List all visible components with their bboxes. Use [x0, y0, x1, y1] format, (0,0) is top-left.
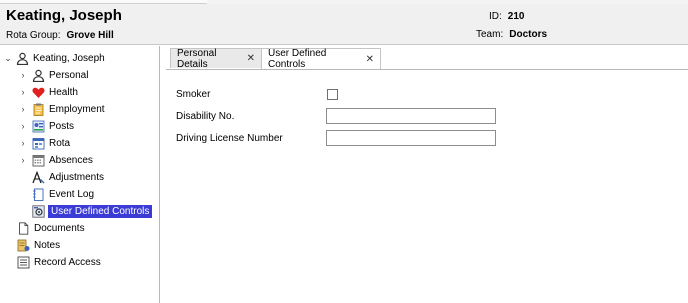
tree-item-label: Notes: [34, 239, 61, 251]
smoker-checkbox[interactable]: [327, 89, 338, 100]
team-label: Team:: [476, 29, 504, 40]
tree-item-personal[interactable]: Personal: [31, 67, 88, 83]
tab-user-defined-controls[interactable]: User Defined Controls ✕: [261, 48, 381, 70]
tree-item-label: Adjustments: [49, 171, 105, 183]
posts-icon: [31, 119, 45, 133]
tab-label: Personal Details: [177, 47, 217, 70]
chevron-right-icon[interactable]: ›: [18, 67, 28, 83]
tab-personal-details[interactable]: Personal Details ✕: [170, 47, 262, 70]
chevron-down-icon[interactable]: ⌄: [3, 50, 13, 66]
chevron-right-icon[interactable]: ›: [18, 152, 28, 168]
rota-group-value: Grove Hill: [66, 30, 114, 41]
calendar-icon: [31, 153, 45, 167]
disability-label: Disability No.: [176, 111, 235, 122]
smoker-label: Smoker: [176, 89, 211, 100]
tree-item-label: Personal: [49, 69, 89, 81]
chevron-right-icon[interactable]: ›: [18, 135, 28, 151]
tree-item-health[interactable]: Health: [31, 84, 78, 100]
chevron-right-icon[interactable]: ›: [18, 101, 28, 117]
clipboard-icon: [31, 102, 45, 116]
person-icon: [15, 51, 29, 65]
tree-item-absences[interactable]: Absences: [31, 152, 93, 168]
tree-item-label: Record Access: [34, 256, 101, 268]
team-value: Doctors: [509, 29, 548, 40]
rota-group-label: Rota Group:: [6, 30, 61, 41]
tree-item-label: Posts: [49, 120, 75, 132]
tree-item-employment[interactable]: Employment: [31, 101, 105, 117]
tree-item-label: Health: [49, 86, 78, 98]
controls-icon: [31, 204, 45, 218]
chevron-right-icon[interactable]: ›: [18, 118, 28, 134]
employee-team: Team: Doctors: [476, 29, 547, 40]
employee-id: ID: 210: [489, 11, 524, 22]
chevron-right-icon[interactable]: ›: [18, 84, 28, 100]
tree-item-label: Rota: [49, 137, 71, 149]
tree-item-notes[interactable]: Notes: [16, 237, 60, 253]
notebook-icon: [31, 187, 45, 201]
tree-item-label: User Defined Controls: [48, 204, 153, 218]
notes-icon: [16, 238, 30, 252]
tree-item-label: Absences: [49, 154, 93, 166]
person-icon: [31, 68, 45, 82]
tree-item-adjustments[interactable]: Adjustments: [31, 169, 104, 185]
close-icon[interactable]: ✕: [247, 53, 255, 64]
rota-icon: [31, 136, 45, 150]
disability-input[interactable]: [326, 108, 496, 124]
tab-label: User Defined Controls: [268, 48, 327, 70]
document-icon: [16, 221, 30, 235]
tab-bar: Personal Details ✕ User Defined Controls…: [166, 48, 688, 70]
rota-group: Rota Group: Grove Hill: [6, 30, 114, 41]
tree-item-rota[interactable]: Rota: [31, 135, 70, 151]
heart-icon: [31, 85, 45, 99]
tree-item-user-defined-controls[interactable]: User Defined Controls: [31, 203, 153, 219]
tree-item-label: Documents: [34, 222, 85, 234]
employee-name: Keating, Joseph: [6, 7, 122, 24]
tree-item-label: Event Log: [49, 188, 95, 200]
tree-root-label: Keating, Joseph: [33, 52, 105, 64]
navigation-tree: ⌄ Keating, Joseph › Personal › Health › …: [0, 46, 160, 303]
tree-item-record-access[interactable]: Record Access: [16, 254, 101, 270]
close-icon[interactable]: ✕: [366, 54, 374, 65]
adjust-icon: [31, 170, 45, 184]
id-label: ID:: [489, 11, 502, 22]
tree-root-employee[interactable]: Keating, Joseph: [15, 50, 105, 66]
tree-item-event-log[interactable]: Event Log: [31, 186, 94, 202]
license-label: Driving License Number: [176, 133, 283, 144]
license-input[interactable]: [326, 130, 496, 146]
id-value: 210: [507, 11, 525, 22]
tree-item-documents[interactable]: Documents: [16, 220, 85, 236]
user-defined-controls-form: Smoker Disability No. Driving License Nu…: [166, 70, 688, 303]
list-icon: [16, 255, 30, 269]
tree-item-posts[interactable]: Posts: [31, 118, 74, 134]
tree-item-label: Employment: [49, 103, 105, 115]
record-header: Keating, Joseph Rota Group: Grove Hill ID…: [0, 4, 688, 45]
